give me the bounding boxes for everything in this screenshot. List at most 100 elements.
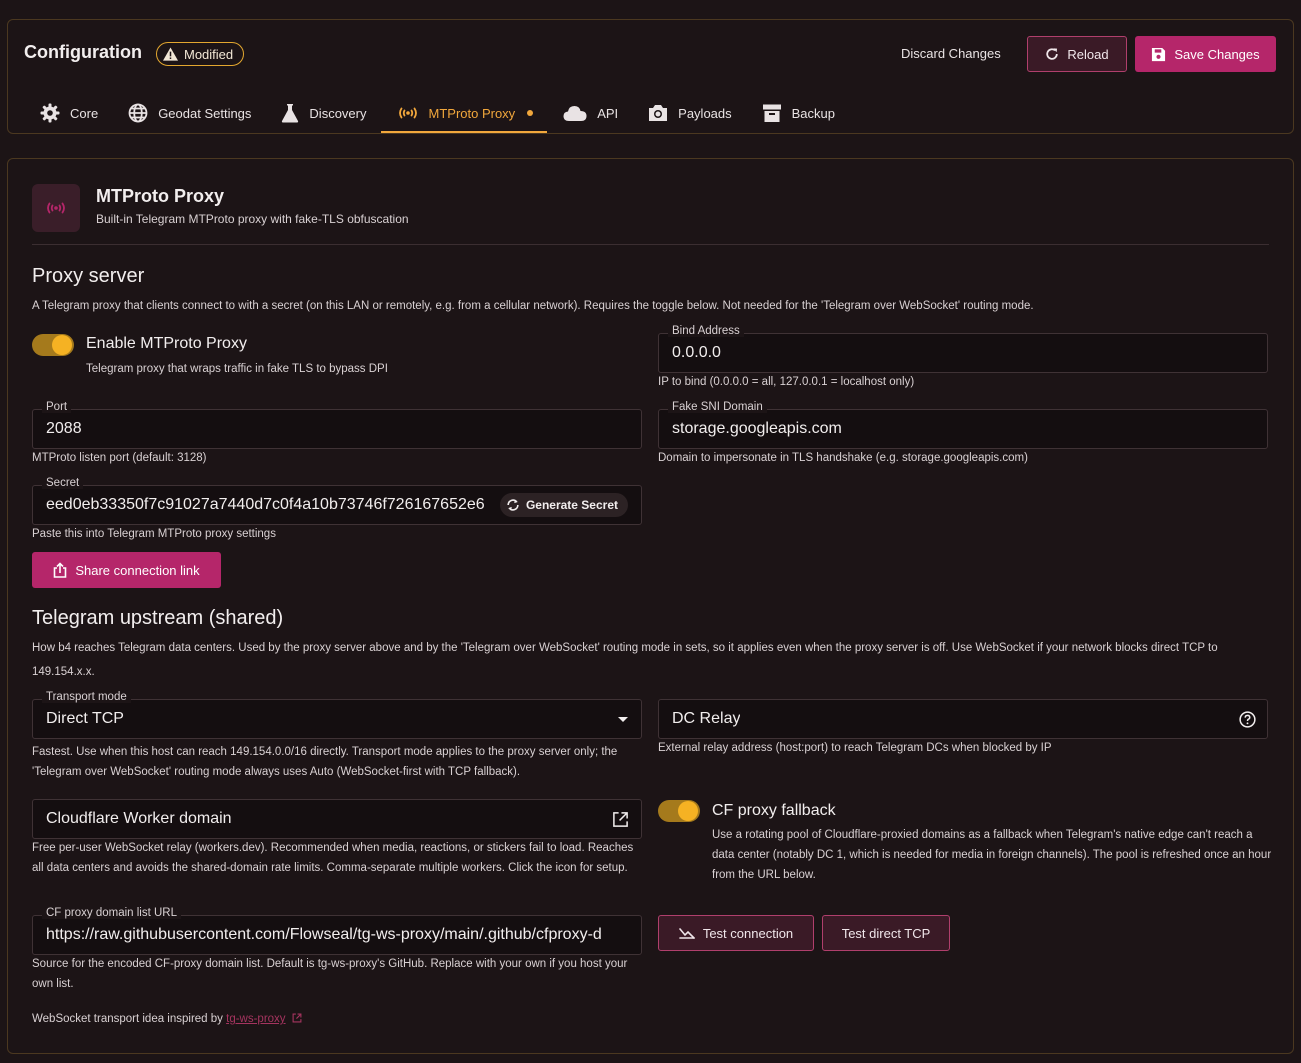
port-helper: MTProto listen port (default: 3128) [32,452,207,464]
cf-proxy-list-url-label: CF proxy domain list URL [42,907,182,919]
tab-geodat-label: Geodat Settings [158,105,252,121]
cloudflare-worker-helper: Free per-user WebSocket relay (workers.d… [32,842,634,874]
cloud-icon [563,104,587,122]
tg-ws-proxy-link[interactable]: tg-ws-proxy [226,1013,285,1025]
help-icon[interactable] [1239,711,1256,728]
reload-label: Reload [1067,46,1109,62]
generate-secret-button[interactable]: Generate Secret [499,493,628,517]
tab-discovery[interactable]: Discovery [265,93,380,133]
cf-proxy-list-url-field[interactable]: CF proxy domain list URL https://raw.git… [32,907,642,955]
mtproto-settings-panel: MTProto Proxy Built-in Telegram MTProto … [7,158,1294,1054]
proxy-server-heading: Proxy server [32,265,145,287]
secret-value: eed0eb33350f7c91027a7440d7c0f4a10b73746f… [46,496,485,513]
cf-proxy-fallback-toggle[interactable] [658,800,700,822]
transport-mode-value: Direct TCP [46,710,124,727]
section-title: MTProto Proxy [96,186,225,206]
section-subtitle: Built-in Telegram MTProto proxy with fak… [96,212,409,226]
cf-proxy-fallback-label: CF proxy fallback [712,802,836,819]
enable-mtproto-label: Enable MTProto Proxy [86,335,247,352]
modified-badge: Modified [156,42,245,66]
tab-geodat-settings[interactable]: Geodat Settings [112,93,265,133]
bind-address-field[interactable]: Bind Address 0.0.0.0 [658,325,1268,373]
enable-mtproto-toggle[interactable] [32,334,74,356]
caret-down-icon [618,717,628,722]
tab-core-label: Core [70,105,99,121]
flask-icon [281,103,299,123]
gear-icon [40,103,60,123]
fake-sni-helper: Domain to impersonate in TLS handshake (… [658,452,1028,464]
transport-mode-select[interactable]: Transport mode Direct TCP [32,691,642,739]
tab-backup-label: Backup [791,105,836,121]
divider [32,244,1269,245]
upstream-heading: Telegram upstream (shared) [32,607,284,629]
share-label: Share connection link [75,562,200,578]
reload-button[interactable]: Reload [1027,36,1127,72]
dc-relay-input[interactable]: DC Relay [658,699,1268,739]
test-direct-tcp-label: Test direct TCP [841,925,931,941]
cloudflare-worker-placeholder: Cloudflare Worker domain [46,810,232,827]
settings-tabs: Core Geodat Settings Discovery MTProto P… [24,93,849,133]
bind-address-helper: IP to bind (0.0.0.0 = all, 127.0.0.1 = l… [658,376,915,388]
network-check-icon [679,927,695,939]
discard-changes-button[interactable]: Discard Changes [901,46,1001,61]
test-connection-label: Test connection [702,925,794,941]
external-link-icon[interactable] [612,811,629,828]
tab-api[interactable]: API [547,93,632,133]
save-label: Save Changes [1174,46,1260,62]
globe-icon [128,103,148,123]
bind-address-label: Bind Address [668,325,744,337]
port-label: Port [42,401,72,413]
dc-relay-placeholder: DC Relay [672,710,741,727]
tab-api-label: API [597,105,619,121]
upstream-description: How b4 reaches Telegram data centers. Us… [32,642,1218,678]
footer-credit-text: WebSocket transport idea inspired by [32,1013,227,1025]
test-direct-tcp-button[interactable]: Test direct TCP [822,915,950,951]
external-link-icon [292,1013,302,1023]
share-icon [53,562,67,578]
tab-discovery-label: Discovery [309,105,367,121]
save-changes-button[interactable]: Save Changes [1135,36,1276,72]
broadcast-icon [45,201,67,215]
bind-address-value: 0.0.0.0 [672,344,721,361]
footer-credit: WebSocket transport idea inspired by tg-… [32,1013,302,1025]
tab-core[interactable]: Core [24,93,112,133]
cf-proxy-list-url-value: https://raw.githubusercontent.com/Flowse… [46,926,602,943]
cf-proxy-fallback-helper: Use a rotating pool of Cloudflare-proxie… [712,829,1272,881]
broadcast-icon [397,106,419,120]
proxy-server-description: A Telegram proxy that clients connect to… [32,300,1034,312]
tab-mtproto-proxy[interactable]: MTProto Proxy [380,93,548,133]
secret-helper: Paste this into Telegram MTProto proxy s… [32,528,276,540]
camera-icon [648,104,668,122]
modified-badge-label: Modified [184,46,234,62]
port-value: 2088 [46,420,82,437]
warning-icon [163,47,178,61]
page-title: Configuration [24,42,142,62]
transport-mode-helper: Fastest. Use when this host can reach 14… [32,746,618,778]
cloudflare-worker-input[interactable]: Cloudflare Worker domain [32,799,642,839]
tab-payloads-label: Payloads [678,105,732,121]
config-header-panel: Configuration Modified Discard Changes R… [7,19,1294,134]
fake-sni-field[interactable]: Fake SNI Domain storage.googleapis.com [658,401,1268,449]
refresh-icon [1045,47,1059,61]
test-connection-button[interactable]: Test connection [658,915,814,951]
archive-icon [762,103,782,123]
secret-label: Secret [42,477,84,489]
tab-mtproto-label: MTProto Proxy [428,105,516,121]
tab-payloads[interactable]: Payloads [632,93,745,133]
fake-sni-label: Fake SNI Domain [668,401,767,413]
secret-field[interactable]: Secret eed0eb33350f7c91027a7440d7c0f4a10… [32,477,642,525]
enable-mtproto-helper: Telegram proxy that wraps traffic in fak… [86,363,388,375]
toggle-knob [678,801,698,821]
refresh-icon [506,498,520,512]
floppy-disk-icon [1151,47,1166,62]
tab-backup[interactable]: Backup [746,93,849,133]
dc-relay-helper: External relay address (host:port) to re… [658,742,1052,754]
port-field[interactable]: Port 2088 [32,401,642,449]
section-icon-box [32,184,80,232]
unsaved-dot [527,110,534,116]
generate-secret-label: Generate Secret [525,498,618,512]
fake-sni-value: storage.googleapis.com [672,420,842,437]
share-connection-link-button[interactable]: Share connection link [32,552,221,588]
cf-proxy-list-url-helper: Source for the encoded CF-proxy domain l… [32,958,628,990]
transport-mode-label: Transport mode [42,691,131,703]
